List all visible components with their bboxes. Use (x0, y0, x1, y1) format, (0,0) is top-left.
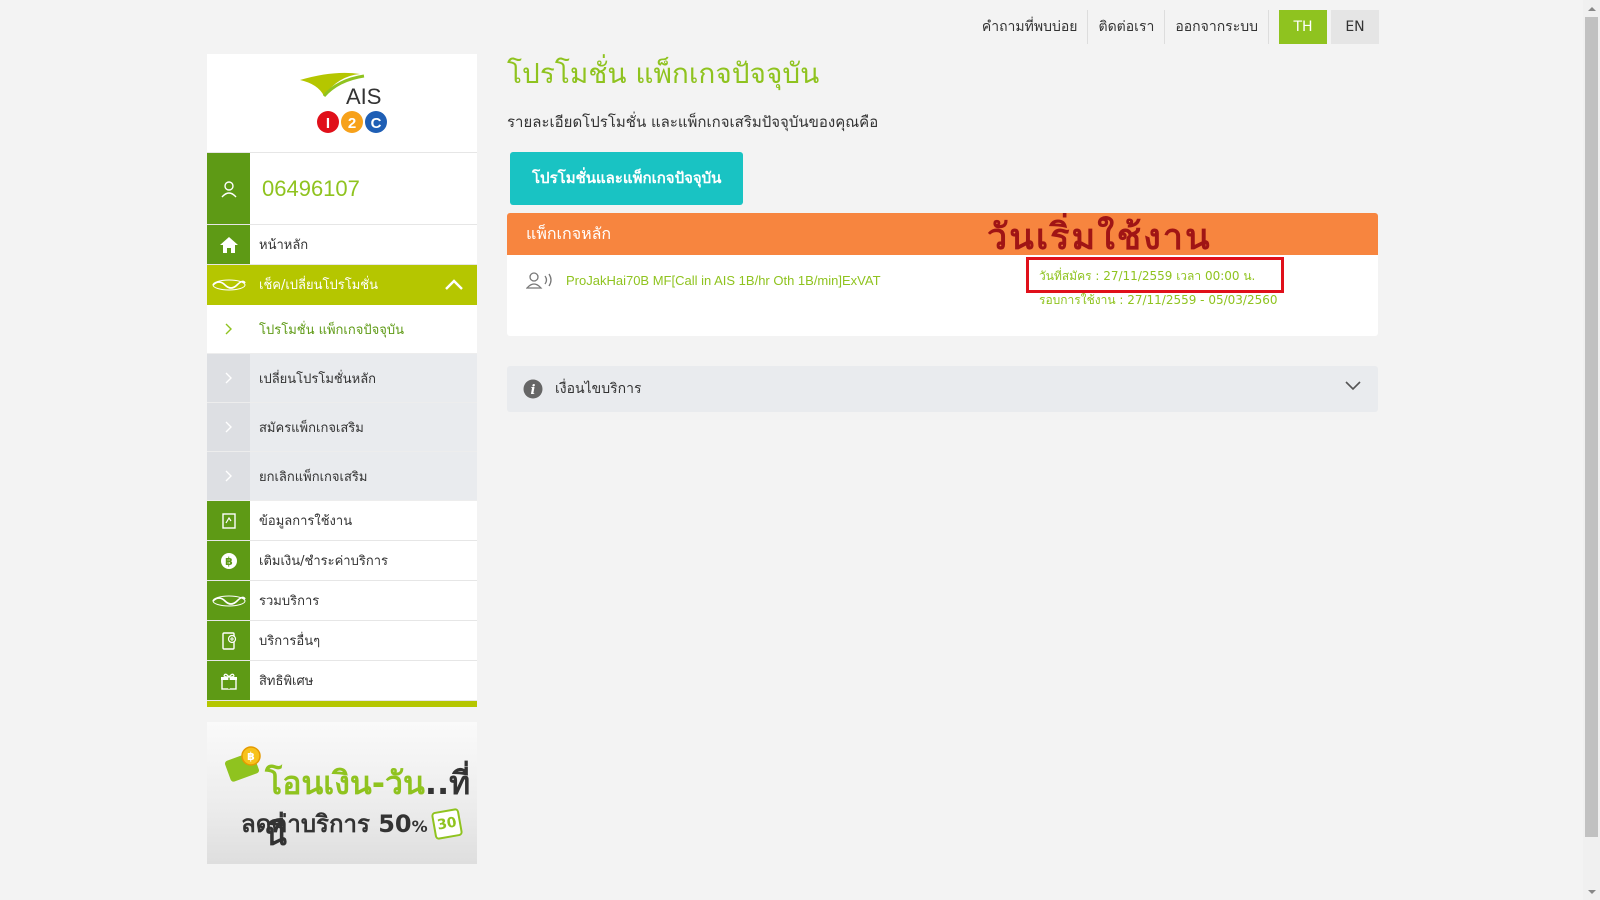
submenu-item-add-package[interactable]: สมัครแพ็กเกจเสริม (207, 403, 477, 452)
main-package-body: ProJakHai70B MF[Call in AIS 1B/hr Oth 1B… (507, 255, 1378, 336)
page-title: โปรโมชั่น แพ็กเกจปัจจุบัน (507, 57, 820, 90)
terms-label: เงื่อนไขบริการ (555, 381, 642, 397)
sidebar-item-privileges[interactable]: สิทธิพิเศษ (207, 661, 477, 701)
phone-number: 06496107 (262, 176, 360, 201)
submenu-item-cancel-package[interactable]: ยกเลิกแพ็กเกจเสริม (207, 452, 477, 501)
sidebar: AIS I 2 C 06496107 หน้าหลัก เช็ค/เปลี่ยน… (207, 54, 477, 707)
page-subtitle: รายละเอียดโปรโมชั่น และแพ็กเกจเสริมปัจจุ… (507, 113, 879, 131)
sidebar-item-home[interactable]: หน้าหลัก (207, 225, 477, 265)
sidebar-bottom-bar (207, 701, 477, 707)
package-name: ProJakHai70B MF[Call in AIS 1B/hr Oth 1B… (566, 272, 881, 288)
chevron-right-icon (207, 305, 250, 353)
scrollbar-thumb[interactable] (1585, 17, 1598, 837)
scroll-down-arrow-icon[interactable] (1583, 883, 1600, 900)
chevron-right-icon (207, 452, 250, 500)
svg-text:i: i (531, 383, 536, 398)
call-user-icon (526, 272, 552, 289)
chevron-up-icon[interactable] (431, 265, 477, 304)
banner-discount: ลดค่าบริการ 50% (241, 810, 428, 838)
submenu-item-change-promotion[interactable]: เปลี่ยนโปรโมชั่นหลัก (207, 354, 477, 403)
submenu-item-label: สมัครแพ็กเกจเสริม (250, 403, 477, 451)
sidebar-item-topup[interactable]: ฿ เติมเงิน/ชำระค่าบริการ (207, 541, 477, 581)
other-services-icon (207, 621, 250, 660)
tab-current-package[interactable]: โปรโมชั่นและแพ็กเกจปัจจุบัน (510, 152, 744, 205)
main-package-header-label: แพ็กเกจหลัก (526, 224, 612, 243)
user-icon (207, 153, 250, 224)
sidebar-item-promotion[interactable]: เช็ค/เปลี่ยนโปรโมชั่น (207, 265, 477, 305)
promotion-icon (207, 265, 250, 304)
gift-icon (207, 661, 250, 700)
package-name-row: ProJakHai70B MF[Call in AIS 1B/hr Oth 1B… (526, 271, 881, 289)
scroll-up-arrow-icon[interactable] (1583, 0, 1600, 17)
usage-icon (207, 501, 250, 540)
sidebar-item-services[interactable]: รวมบริการ (207, 581, 477, 621)
promo-banner[interactable]: ฿ โอนเงิน-วัน..ที่นี่ ลดค่าบริการ 50% 30 (207, 722, 477, 864)
svg-text:฿: ฿ (247, 750, 255, 763)
ais-logo[interactable]: AIS I 2 C (207, 54, 477, 153)
sidebar-item-label: เติมเงิน/ชำระค่าบริการ (259, 554, 388, 569)
info-icon: i (523, 379, 543, 399)
submenu-item-label: เปลี่ยนโปรโมชั่นหลัก (250, 354, 477, 402)
services-icon (207, 581, 250, 620)
main-package-header: แพ็กเกจหลัก วันเริ่มใช้งาน (507, 213, 1378, 258)
svg-text:฿: ฿ (225, 555, 233, 568)
sidebar-item-label: เช็ค/เปลี่ยนโปรโมชั่น (259, 278, 378, 293)
top-nav: คำถามที่พบบ่อย ติดต่อเรา ออกจากระบบ TH E… (972, 10, 1379, 44)
start-date-annotation: วันเริ่มใช้งาน (987, 216, 1212, 258)
submenu-item-label: ยกเลิกแพ็กเกจเสริม (250, 452, 477, 500)
chevron-right-icon (207, 354, 250, 402)
sidebar-item-usage[interactable]: ข้อมูลการใช้งาน (207, 501, 477, 541)
ais-logo-mark: AIS I 2 C (300, 72, 387, 133)
main-package-panel: แพ็กเกจหลัก วันเริ่มใช้งาน ProJakHai70B … (507, 213, 1378, 336)
submenu-item-current-package[interactable]: โปรโมชั่น แพ็กเกจปัจจุบัน (207, 305, 477, 354)
money-transfer-icon: ฿ (224, 746, 261, 782)
sidebar-item-label: สิทธิพิเศษ (259, 674, 314, 689)
svg-text:2: 2 (348, 115, 356, 132)
home-icon (207, 225, 250, 264)
faq-link[interactable]: คำถามที่พบบ่อย (972, 10, 1089, 44)
chevron-right-icon (207, 403, 250, 451)
logout-link[interactable]: ออกจากระบบ (1165, 10, 1269, 44)
sidebar-item-label: รวมบริการ (259, 594, 320, 609)
sidebar-item-label: บริการอื่นๆ (259, 634, 321, 649)
chevron-down-icon[interactable] (1344, 380, 1362, 392)
highlight-box (1026, 257, 1284, 293)
phone-number-row: 06496107 (207, 153, 477, 225)
usage-cycle: รอบการใช้งาน : 27/11/2559 - 05/03/2560 (1039, 293, 1278, 307)
page-scrollbar[interactable] (1583, 0, 1600, 900)
svg-text:I: I (326, 115, 330, 132)
submenu-item-label: โปรโมชั่น แพ็กเกจปัจจุบัน (250, 305, 477, 353)
baht-icon: ฿ (207, 541, 250, 580)
main-content: โปรโมชั่น แพ็กเกจปัจจุบัน รายละเอียดโปรโ… (507, 54, 1378, 412)
svg-text:AIS: AIS (346, 84, 381, 109)
lang-th-button[interactable]: TH (1279, 10, 1327, 44)
sidebar-item-label: ข้อมูลการใช้งาน (259, 514, 353, 529)
banner-30-badge: 30 (430, 807, 464, 841)
contact-link[interactable]: ติดต่อเรา (1088, 10, 1166, 44)
sidebar-item-label: หน้าหลัก (259, 238, 309, 253)
svg-text:C: C (371, 115, 382, 132)
terms-accordion[interactable]: i เงื่อนไขบริการ (507, 366, 1378, 412)
lang-en-button[interactable]: EN (1331, 10, 1379, 44)
sidebar-item-other-services[interactable]: บริการอื่นๆ (207, 621, 477, 661)
